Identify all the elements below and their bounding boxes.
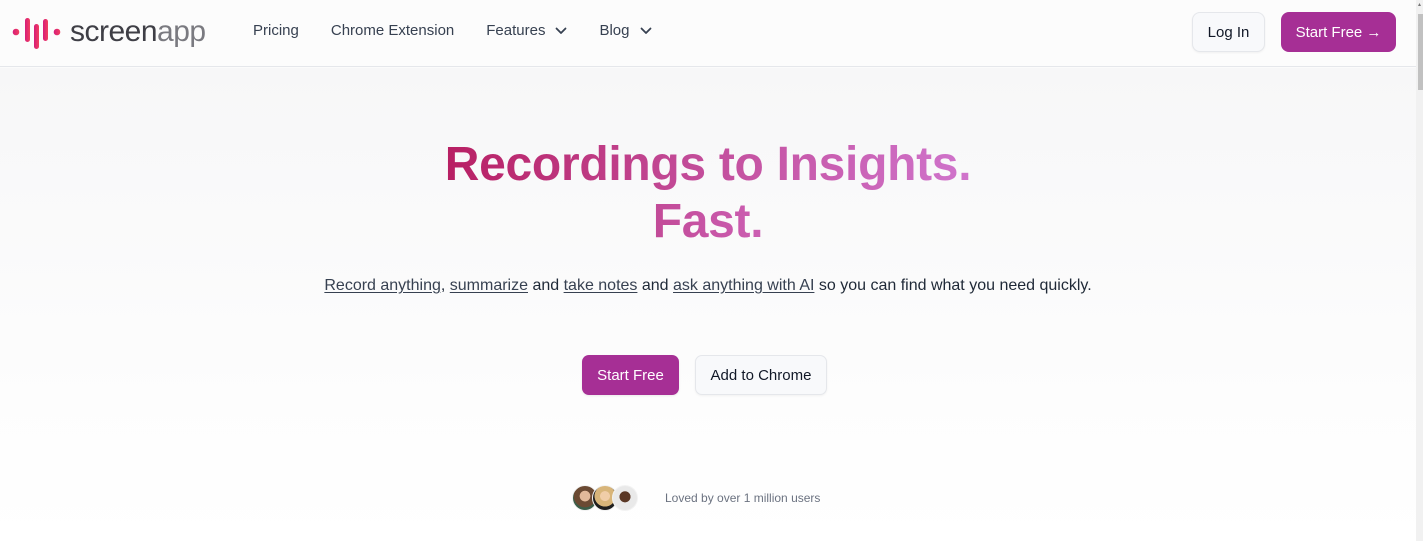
cta-group: Start Free Add to Chrome bbox=[582, 355, 827, 395]
scrollbar-thumb[interactable] bbox=[1418, 14, 1423, 90]
nav-pricing[interactable]: Pricing bbox=[253, 22, 299, 39]
header-start-free-button[interactable]: Start Free → bbox=[1281, 12, 1396, 52]
hero-headline: Recordings to Insights. bbox=[444, 138, 972, 191]
hero-headline-line2: Fast. bbox=[652, 195, 764, 248]
page: screenapp Pricing Chrome Extension Featu… bbox=[0, 0, 1416, 541]
add-to-chrome-button[interactable]: Add to Chrome bbox=[695, 355, 827, 395]
hero-subtitle: Record anything, summarize and take note… bbox=[324, 277, 1092, 294]
logo[interactable]: screenapp bbox=[12, 13, 206, 51]
nav-features-dropdown[interactable]: Features bbox=[486, 22, 567, 39]
audio-wave-icon bbox=[12, 18, 61, 49]
link-record-anything[interactable]: Record anything bbox=[324, 277, 441, 294]
main-nav: Pricing Chrome Extension Features Blog bbox=[253, 22, 652, 39]
nav-chrome-extension[interactable]: Chrome Extension bbox=[331, 22, 454, 39]
nav-blog-dropdown[interactable]: Blog bbox=[599, 22, 651, 39]
link-summarize[interactable]: summarize bbox=[450, 277, 528, 294]
link-take-notes[interactable]: take notes bbox=[564, 277, 638, 294]
start-free-button[interactable]: Start Free bbox=[582, 355, 679, 395]
chevron-down-icon bbox=[556, 27, 567, 34]
avatar bbox=[612, 485, 638, 511]
user-avatars bbox=[572, 485, 638, 511]
login-button[interactable]: Log In bbox=[1192, 12, 1265, 52]
site-header: screenapp Pricing Chrome Extension Featu… bbox=[0, 0, 1416, 67]
scroll-up-arrow-icon[interactable]: ▴ bbox=[1418, 2, 1423, 8]
hero-section: Recordings to Insights. Fast. Record any… bbox=[0, 68, 1416, 541]
social-proof-text: Loved by over 1 million users bbox=[665, 491, 821, 505]
social-proof: Loved by over 1 million users bbox=[572, 485, 820, 511]
logo-wordmark: screenapp bbox=[70, 15, 206, 48]
chevron-down-icon bbox=[640, 27, 651, 34]
link-ask-anything-ai[interactable]: ask anything with AI bbox=[673, 277, 814, 294]
